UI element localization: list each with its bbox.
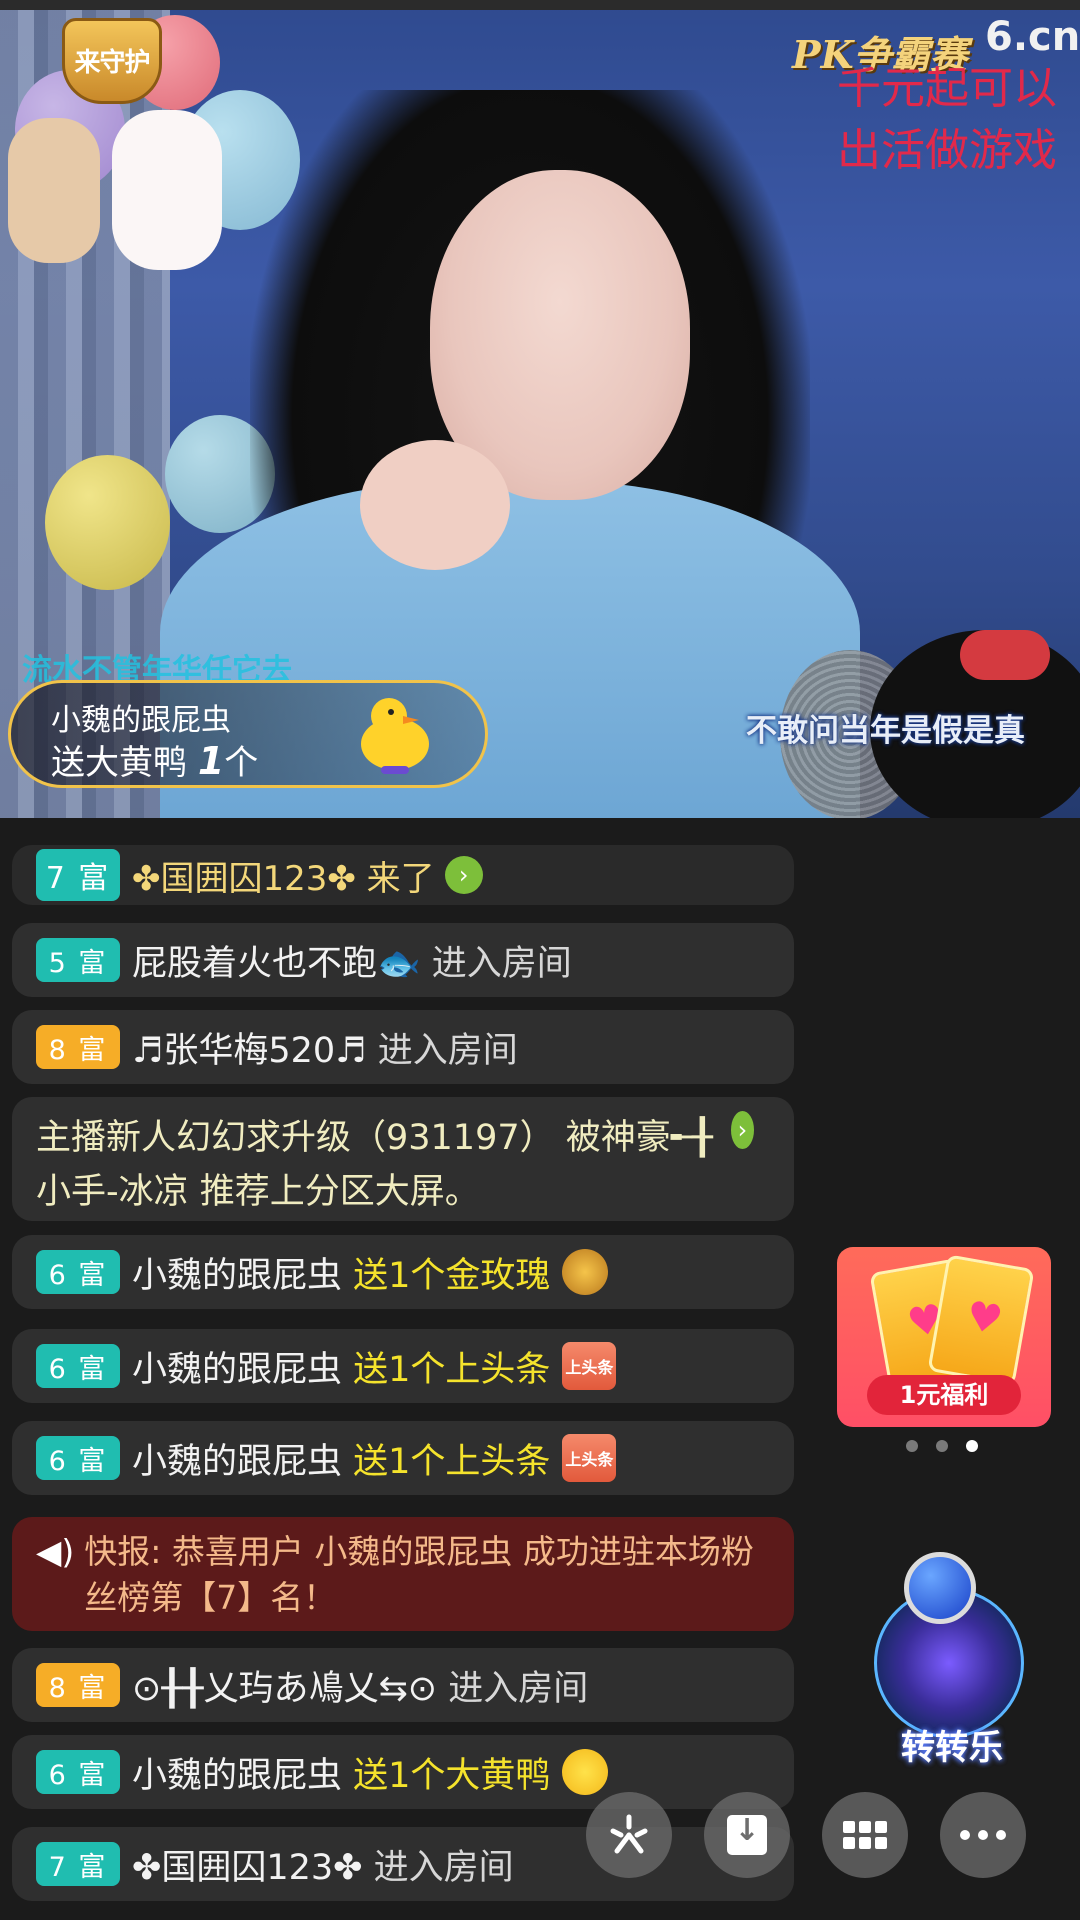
chevron-right-icon[interactable]: › (444, 856, 483, 894)
spin-game-widget[interactable]: 转转乐 (862, 1548, 1042, 1768)
grid-icon (843, 1821, 887, 1849)
gem-ring-icon (904, 1552, 976, 1624)
spin-label: 转转乐 (901, 1728, 1003, 1768)
chat-user[interactable]: ✤国囲囚123✤ (132, 1839, 362, 1890)
rose-gift-icon (562, 1249, 609, 1295)
chat-action: 进入房间 (448, 1668, 589, 1709)
gift-text: 送1个上头条 (353, 1441, 551, 1482)
chat-row-gift[interactable]: 6 富 小魏的跟屁虫 送1个大黄鸭 (12, 1735, 794, 1809)
chat-row-enter[interactable]: 8 富 ⊙╂╂乂玙あ鳰乂⇆⊙ 进入房间 (12, 1648, 794, 1722)
download-button[interactable] (704, 1792, 790, 1878)
chat-row-enter[interactable]: 7 富 ✤国囲囚123✤ 进入房间 (12, 1827, 794, 1901)
chat-action: 进入房间 (377, 1030, 518, 1071)
lyric-right: 不敢问当年是假是真 (746, 713, 1025, 749)
apps-button[interactable] (822, 1792, 908, 1878)
welfare-promo-card[interactable]: ♥ ♥ 1元福利 (837, 1247, 1051, 1427)
bunny-toy (112, 110, 222, 270)
gift-text: 送1个大黄鸭 (353, 1755, 551, 1796)
wealth-badge: 6 富 (36, 1750, 120, 1794)
wealth-badge: 5 富 (36, 938, 120, 982)
chat-row-gift[interactable]: 6 富 小魏的跟屁虫 送1个金玫瑰 (12, 1235, 794, 1309)
duck-gift-icon (562, 1749, 609, 1795)
carousel-dot[interactable] (906, 1440, 918, 1452)
chat-row-welcome[interactable]: 7 富 ✤国囲囚123✤ 来了 › (12, 845, 794, 905)
gift-banner-user: 小魏的跟屁虫 (51, 703, 231, 738)
stream-note: 千元起可以出活做游戏 (837, 63, 1057, 176)
chat-user[interactable]: 屁股着火也不跑🐟 (132, 935, 421, 986)
gift-banner-prefix: 送大黄鸭 (51, 743, 187, 783)
notice-text: 快报: 恭喜用户 小魏的跟屁虫 成功进驻本场粉丝榜第【7】名！ (84, 1532, 754, 1617)
site-logo: 6.cn (985, 14, 1080, 60)
live-video[interactable]: 来守护 PK争霸赛 6.cn 千元起可以出活做游戏 流水不管年华任它去 不敢问当… (0, 0, 1080, 818)
wealth-badge: 8 富 (36, 1025, 120, 1069)
gift-banner-gift: 送大黄鸭 1个 (51, 735, 258, 784)
chat-row-gift[interactable]: 6 富 小魏的跟屁虫 送1个上头条 上头条 (12, 1421, 794, 1495)
promo-label: 1元福利 (867, 1375, 1021, 1415)
chat-user[interactable]: 小魏的跟屁虫 (132, 1341, 342, 1392)
chevron-right-icon[interactable]: › (730, 1111, 754, 1149)
chat-user[interactable]: ⊙╂╂乂玙あ鳰乂⇆⊙ (132, 1660, 437, 1711)
carousel-dot-active[interactable] (966, 1440, 978, 1452)
chat-row-enter[interactable]: 5 富 屁股着火也不跑🐟 进入房间 (12, 923, 794, 997)
chat-row-gift[interactable]: 6 富 小魏的跟屁虫 送1个上头条 上头条 (12, 1329, 794, 1403)
more-button[interactable] (940, 1792, 1026, 1878)
chat-user[interactable]: 小魏的跟屁虫 (132, 1433, 342, 1484)
promo-card-right: ♥ (927, 1254, 1035, 1386)
headline-gift-icon: 上头条 (562, 1342, 617, 1390)
wealth-badge: 7 富 (36, 1842, 120, 1886)
wealth-badge: 6 富 (36, 1436, 120, 1480)
gift-text: 送1个上头条 (353, 1349, 551, 1390)
bear-toy (8, 118, 100, 263)
wealth-badge: 7 富 (36, 849, 120, 901)
gift-banner-count: 1 (197, 739, 225, 783)
wealth-badge: 6 富 (36, 1344, 120, 1388)
balloon-yellow (45, 455, 170, 590)
heart-icon: ♥ (962, 1292, 1006, 1345)
gift-banner-unit: 个 (224, 743, 259, 783)
spark-button[interactable] (586, 1792, 672, 1878)
chat-row-recommend[interactable]: 主播新人幻幻求升级（931197） 被神豪╾╂小手-冰凉 推荐上分区大屏。 › (12, 1097, 794, 1221)
chat-row-enter[interactable]: 8 富 ♬张华梅520♬ 进入房间 (12, 1010, 794, 1084)
welcome-text: ✤国囲囚123✤ 来了 (132, 858, 435, 899)
streamer-hand (360, 440, 510, 570)
recommend-text: 主播新人幻幻求升级（931197） 被神豪╾╂小手-冰凉 推荐上分区大屏。 (36, 1118, 713, 1212)
chat-action: 进入房间 (373, 1847, 514, 1888)
carousel-dots (906, 1440, 978, 1452)
chat-action: 进入房间 (431, 943, 572, 984)
more-icon (960, 1830, 1006, 1840)
status-strip (0, 0, 1080, 10)
chat-row-notice[interactable]: ◀) 快报: 恭喜用户 小魏的跟屁虫 成功进驻本场粉丝榜第【7】名！ (12, 1517, 794, 1631)
minnie-bow (960, 630, 1050, 680)
chat-user[interactable]: 小魏的跟屁虫 (132, 1247, 342, 1298)
guard-badge[interactable]: 来守护 (62, 18, 162, 104)
wealth-badge: 8 富 (36, 1663, 120, 1707)
spark-icon (610, 1814, 648, 1854)
chat-user[interactable]: ♬张华梅520♬ (132, 1022, 367, 1073)
carousel-dot[interactable] (936, 1440, 948, 1452)
gift-text: 送1个金玫瑰 (353, 1255, 551, 1296)
wealth-badge: 6 富 (36, 1250, 120, 1294)
chat-user[interactable]: 小魏的跟屁虫 (132, 1747, 342, 1798)
duck-gift-icon (361, 698, 429, 774)
download-icon (727, 1813, 767, 1855)
speaker-icon: ◀) (36, 1532, 75, 1571)
headline-gift-icon: 上头条 (562, 1434, 617, 1482)
